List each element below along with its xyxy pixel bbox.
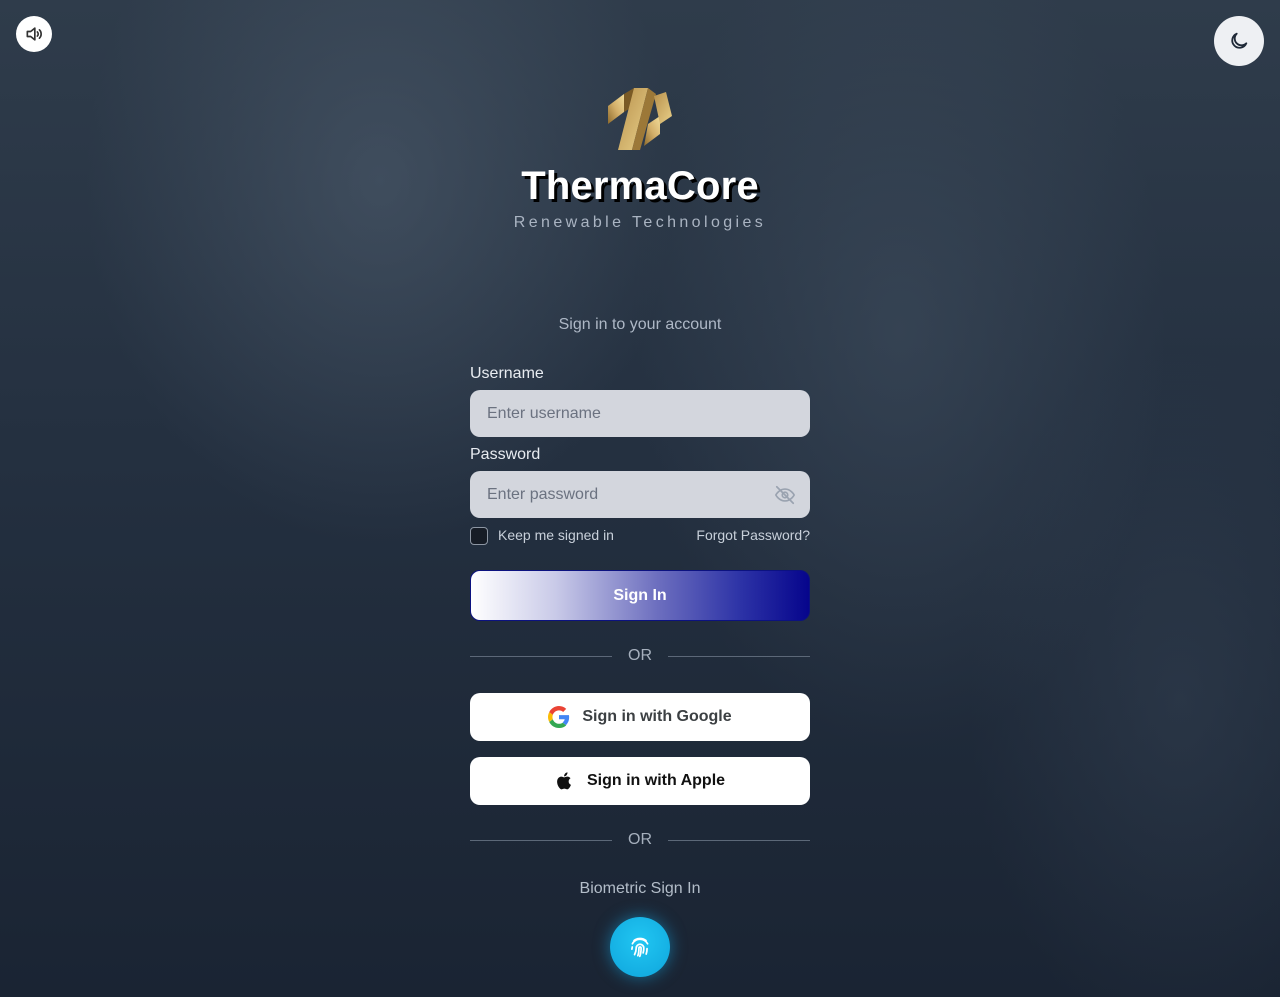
apple-signin-button[interactable]: Sign in with Apple xyxy=(470,757,810,805)
divider-line xyxy=(668,840,810,841)
brand-title: ThermaCore xyxy=(521,164,759,208)
username-input[interactable] xyxy=(470,390,810,437)
divider-line xyxy=(668,656,810,657)
google-signin-button[interactable]: Sign in with Google xyxy=(470,693,810,741)
keep-signed-in-checkbox[interactable] xyxy=(470,527,488,545)
theme-toggle-button[interactable] xyxy=(1214,16,1264,66)
biometric-label: Biometric Sign In xyxy=(579,880,701,897)
forgot-password-link[interactable]: Forgot Password? xyxy=(696,527,810,543)
keep-signed-in-label: Keep me signed in xyxy=(498,527,614,543)
sign-in-button[interactable]: Sign In xyxy=(470,570,810,621)
signin-heading: Sign in to your account xyxy=(558,316,722,333)
google-icon xyxy=(548,706,570,728)
fingerprint-icon xyxy=(631,937,649,958)
eye-off-icon[interactable] xyxy=(774,484,796,506)
google-signin-label: Sign in with Google xyxy=(582,708,732,725)
brand-subtitle: Renewable Technologies xyxy=(513,214,767,231)
apple-icon xyxy=(557,772,571,790)
thermacore-logo xyxy=(608,88,672,150)
password-label: Password xyxy=(470,446,541,463)
biometric-signin-button[interactable] xyxy=(610,917,670,977)
username-label: Username xyxy=(470,365,544,382)
moon-icon xyxy=(1231,32,1248,49)
or-divider: OR xyxy=(470,830,810,850)
password-input[interactable] xyxy=(470,471,810,518)
volume-icon xyxy=(26,27,42,41)
apple-signin-label: Sign in with Apple xyxy=(586,772,726,789)
or-divider: OR xyxy=(470,646,810,666)
sound-toggle-button[interactable] xyxy=(16,16,52,52)
